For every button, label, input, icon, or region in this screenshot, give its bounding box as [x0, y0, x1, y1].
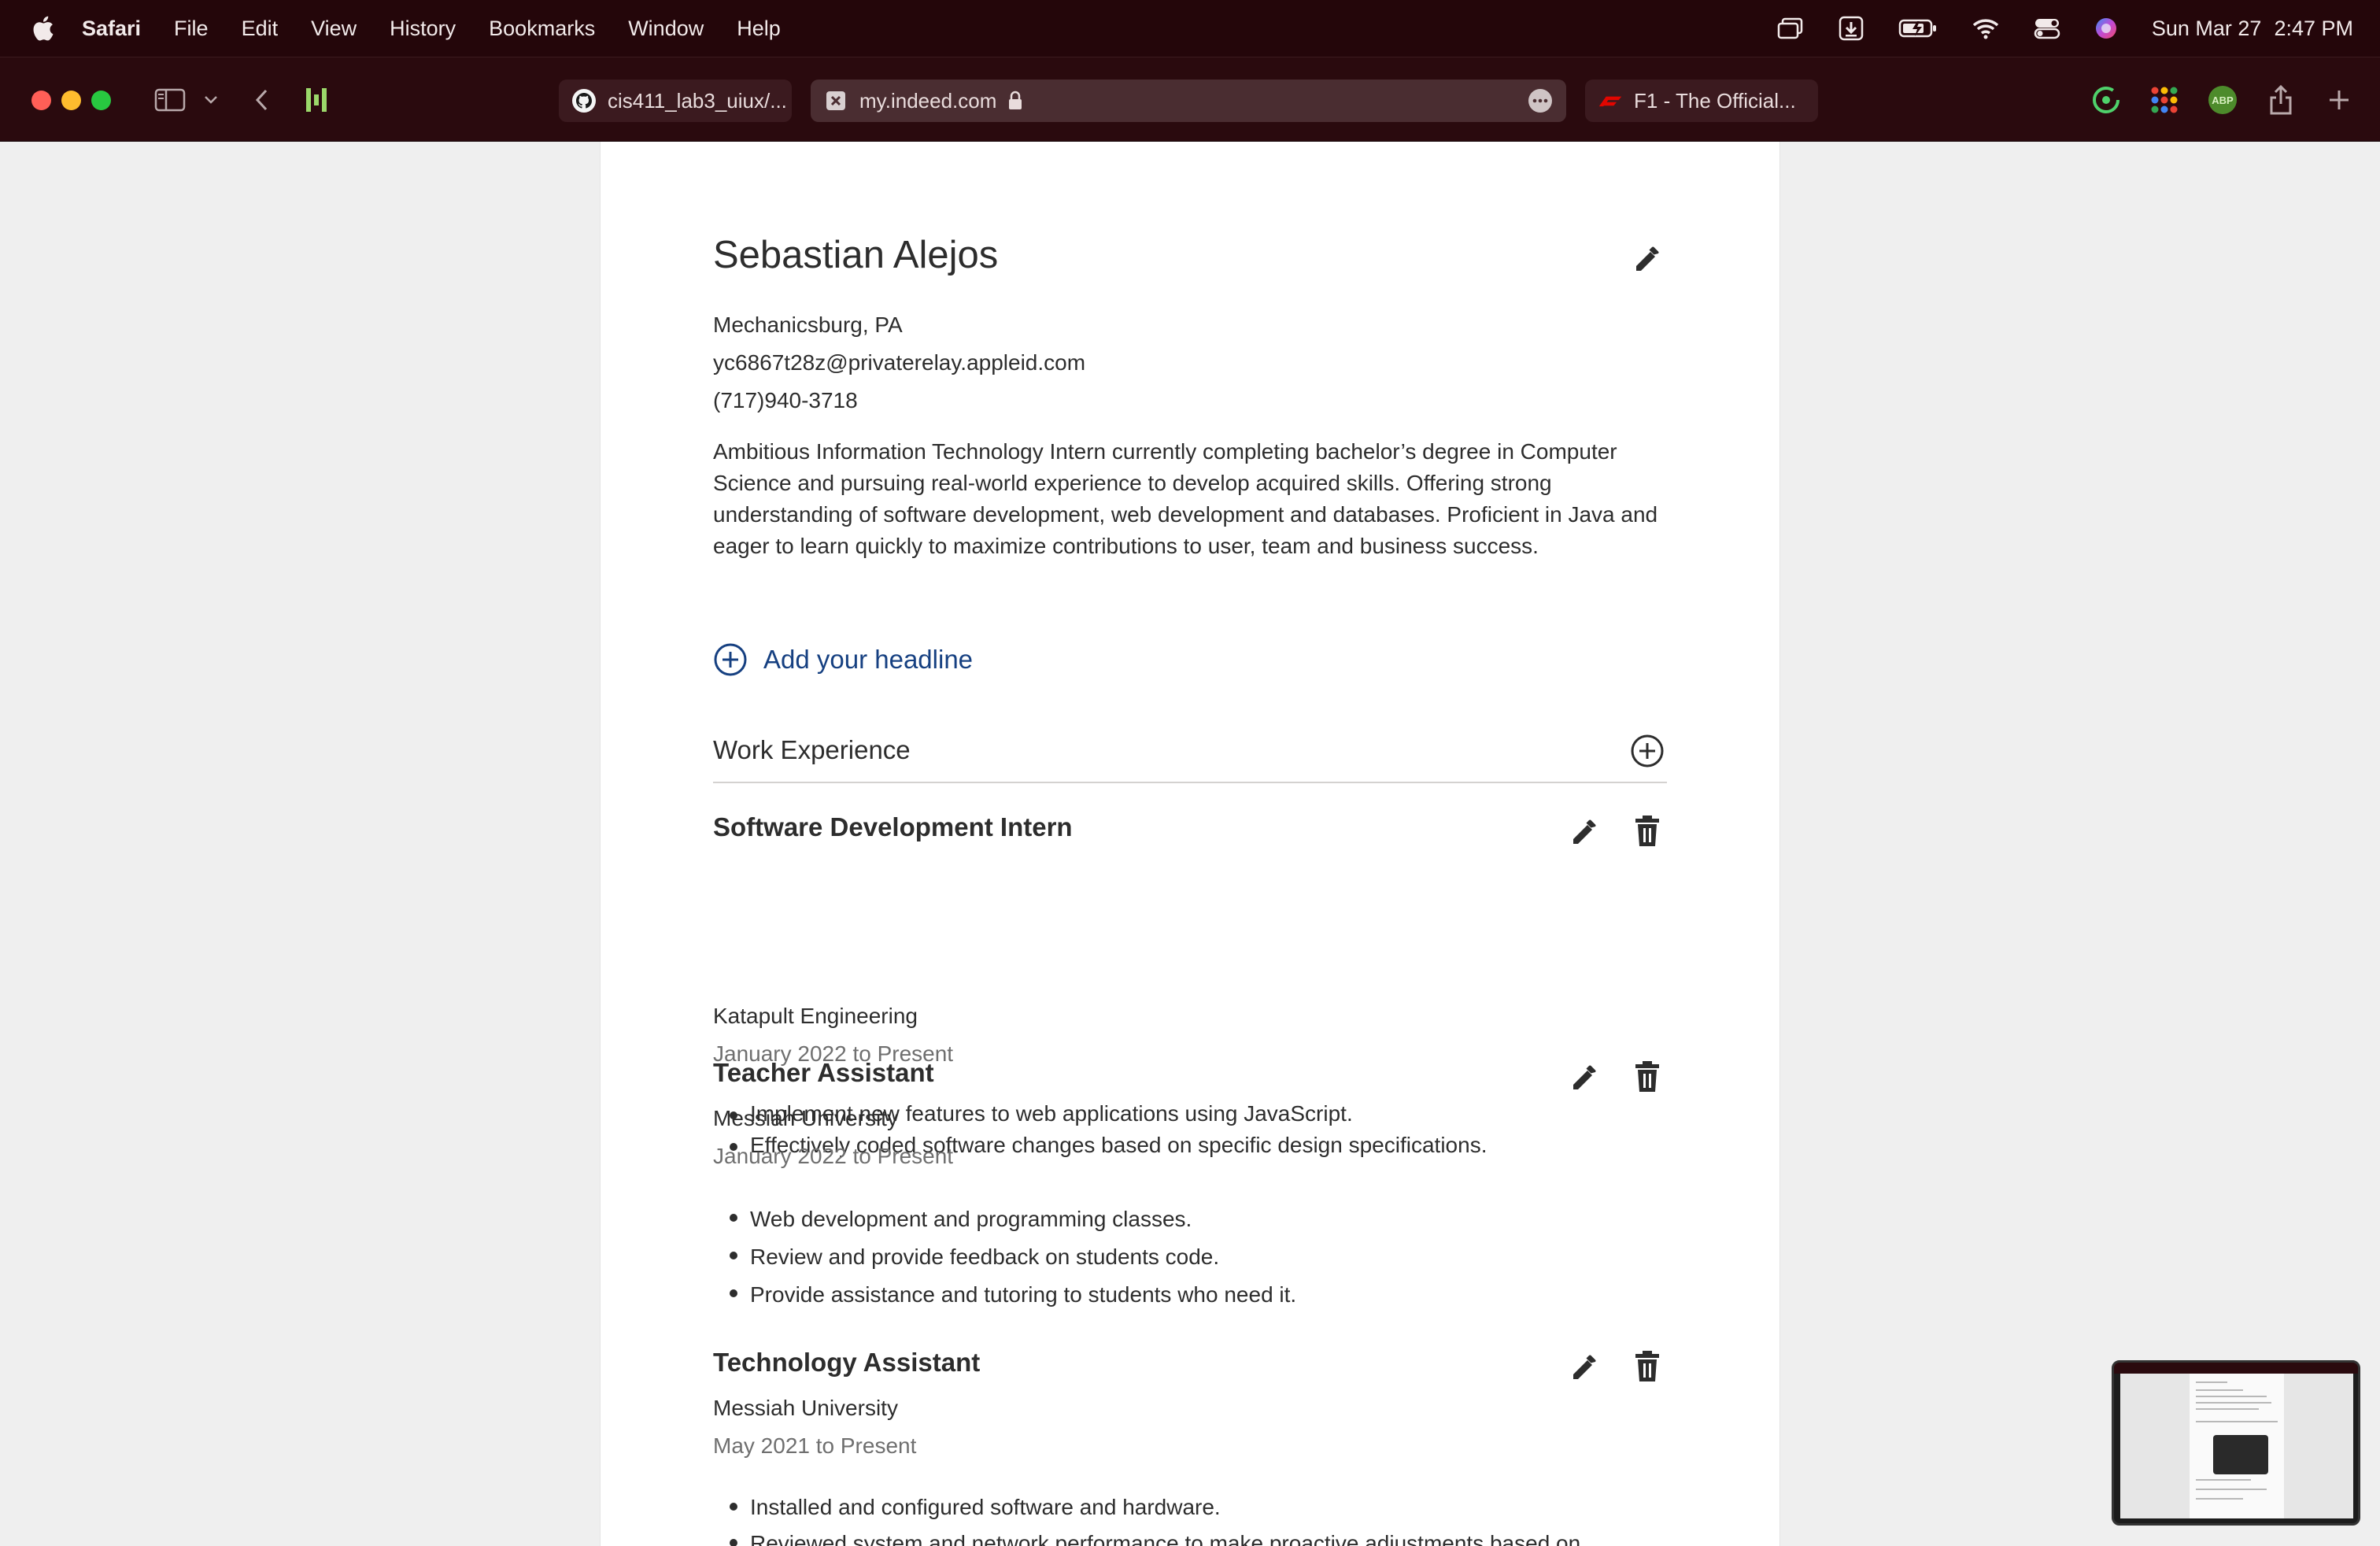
- control-center-icon[interactable]: [2034, 17, 2060, 39]
- job-company: Katapult Engineering: [713, 1004, 918, 1028]
- work-experience-heading: Work Experience: [713, 735, 911, 764]
- resume-location: Mechanicsburg, PA: [713, 313, 903, 337]
- adblock-plus-icon[interactable]: ABP: [2207, 84, 2238, 116]
- thumbnail-line: [2196, 1408, 2259, 1410]
- resume-phone: (717)940-3718: [713, 388, 858, 412]
- job-bullets: Web development and programming classes.…: [729, 1200, 1296, 1314]
- tab-indeed-address-bar[interactable]: my.indeed.com: [811, 80, 1566, 122]
- tab-github[interactable]: cis411_lab3_uiux/...: [559, 80, 792, 122]
- minimize-window-button[interactable]: [61, 91, 81, 110]
- thumbnail-line: [2196, 1396, 2267, 1397]
- edit-job-pencil-icon[interactable]: [1565, 1348, 1603, 1385]
- thumbnail-line: [2196, 1421, 2278, 1422]
- menu-history[interactable]: History: [390, 17, 456, 41]
- add-circle-icon: [713, 642, 748, 677]
- window-controls: [31, 91, 121, 110]
- job-title: Technology Assistant: [713, 1348, 981, 1377]
- apps-grid-icon[interactable]: [2149, 84, 2180, 116]
- add-work-experience-icon[interactable]: [1628, 732, 1666, 770]
- resume-summary: Ambitious Information Technology Intern …: [713, 439, 1658, 558]
- thumbnail-line: [2196, 1402, 2271, 1404]
- add-headline-link[interactable]: Add your headline: [713, 642, 973, 677]
- web-page: Sebastian Alejos Mechanicsburg, PA yc686…: [0, 142, 2380, 1546]
- delete-job-trash-icon[interactable]: [1628, 1348, 1666, 1385]
- menubar-date[interactable]: Sun Mar 27: [2152, 17, 2262, 41]
- chevron-down-icon[interactable]: [200, 89, 222, 111]
- job-dates: January 2022 to Present: [713, 1144, 954, 1168]
- job-company: Messiah University: [713, 1396, 898, 1420]
- new-tab-icon[interactable]: [2323, 84, 2355, 116]
- edit-profile-pencil-icon[interactable]: [1628, 239, 1666, 277]
- resume-name: Sebastian Alejos: [713, 234, 999, 276]
- address-url[interactable]: my.indeed.com: [859, 89, 996, 113]
- edit-job-pencil-icon[interactable]: [1565, 812, 1603, 850]
- menu-file[interactable]: File: [174, 17, 209, 41]
- menu-edit[interactable]: Edit: [242, 17, 279, 41]
- thumbnail-line: [2196, 1489, 2267, 1490]
- delete-job-trash-icon[interactable]: [1628, 812, 1666, 850]
- job-bullets: Installed and configured software and ha…: [729, 1489, 1580, 1546]
- menu-app-name[interactable]: Safari: [82, 17, 141, 41]
- thumbnail-line: [2196, 1479, 2251, 1481]
- siri-icon[interactable]: [2095, 17, 2117, 39]
- abp-badge-text: ABP: [2212, 94, 2234, 106]
- job-dates: May 2021 to Present: [713, 1433, 917, 1458]
- close-window-button[interactable]: [31, 91, 51, 110]
- section-divider: [713, 782, 1667, 783]
- app-menu: Safari File Edit View History Bookmarks …: [82, 17, 814, 41]
- lock-icon: [1007, 91, 1023, 111]
- status-area: Sun Mar 27 2:47 PM: [1743, 0, 2353, 57]
- thumbnail-page: [2120, 1374, 2353, 1518]
- edit-job-pencil-icon[interactable]: [1565, 1058, 1603, 1096]
- wifi-icon[interactable]: [1972, 17, 1999, 39]
- job-title: Software Development Intern: [713, 812, 1073, 841]
- tab-label: cis411_lab3_uiux/...: [608, 88, 787, 113]
- more-options-icon[interactable]: [1528, 89, 1552, 113]
- list-item: Reviewed system and network performance …: [729, 1526, 1580, 1546]
- job-title: Teacher Assistant: [713, 1058, 934, 1087]
- menubar-time[interactable]: 2:47 PM: [2274, 17, 2353, 41]
- list-item: Installed and configured software and ha…: [729, 1489, 1580, 1526]
- screenshot-thumbnail-preview[interactable]: [2112, 1360, 2360, 1526]
- browser-toolbar: cis411_lab3_uiux/... my.indeed.com F1 - …: [0, 57, 2380, 142]
- menu-window[interactable]: Window: [628, 17, 704, 41]
- menu-bookmarks[interactable]: Bookmarks: [489, 17, 595, 41]
- share-icon[interactable]: [2265, 83, 2297, 117]
- thumbnail-line: [2196, 1389, 2243, 1391]
- screen-mirroring-icon[interactable]: [1777, 17, 1804, 40]
- thumbnail-line: [2196, 1381, 2227, 1383]
- thumbnail-dialog: [2213, 1435, 2268, 1474]
- resume-card: Sebastian Alejos Mechanicsburg, PA yc686…: [600, 142, 1780, 1546]
- tab-f1[interactable]: F1 - The Official...: [1585, 80, 1818, 122]
- zoom-window-button[interactable]: [91, 91, 111, 110]
- back-icon[interactable]: [247, 86, 275, 114]
- macos-menu-bar: Safari File Edit View History Bookmarks …: [0, 0, 2380, 57]
- grammarly-extension-icon[interactable]: [2090, 84, 2122, 116]
- job-company: Messiah University: [713, 1106, 898, 1130]
- battery-icon[interactable]: [1898, 18, 1938, 39]
- tab-label: F1 - The Official...: [1634, 88, 1796, 113]
- list-item: Provide assistance and tutoring to stude…: [729, 1276, 1296, 1314]
- delete-job-trash-icon[interactable]: [1628, 1058, 1666, 1096]
- f1-icon: [1598, 88, 1623, 113]
- indeed-icon: [823, 88, 848, 113]
- apple-menu-icon[interactable]: [30, 13, 55, 43]
- add-headline-label: Add your headline: [763, 645, 974, 674]
- download-icon[interactable]: [1839, 16, 1864, 41]
- list-item: Web development and programming classes.: [729, 1200, 1296, 1238]
- thumbnail-line: [2196, 1498, 2243, 1500]
- extension-toolbar-icon[interactable]: [302, 84, 331, 116]
- resume-email: yc6867t28z@privaterelay.appleid.com: [713, 350, 1086, 375]
- github-icon: [571, 88, 597, 113]
- menu-view[interactable]: View: [311, 17, 357, 41]
- sidebar-icon[interactable]: [153, 86, 187, 114]
- menu-help[interactable]: Help: [737, 17, 781, 41]
- list-item: Review and provide feedback on students …: [729, 1238, 1296, 1276]
- thumbnail-toolbar: [2114, 1363, 2358, 1374]
